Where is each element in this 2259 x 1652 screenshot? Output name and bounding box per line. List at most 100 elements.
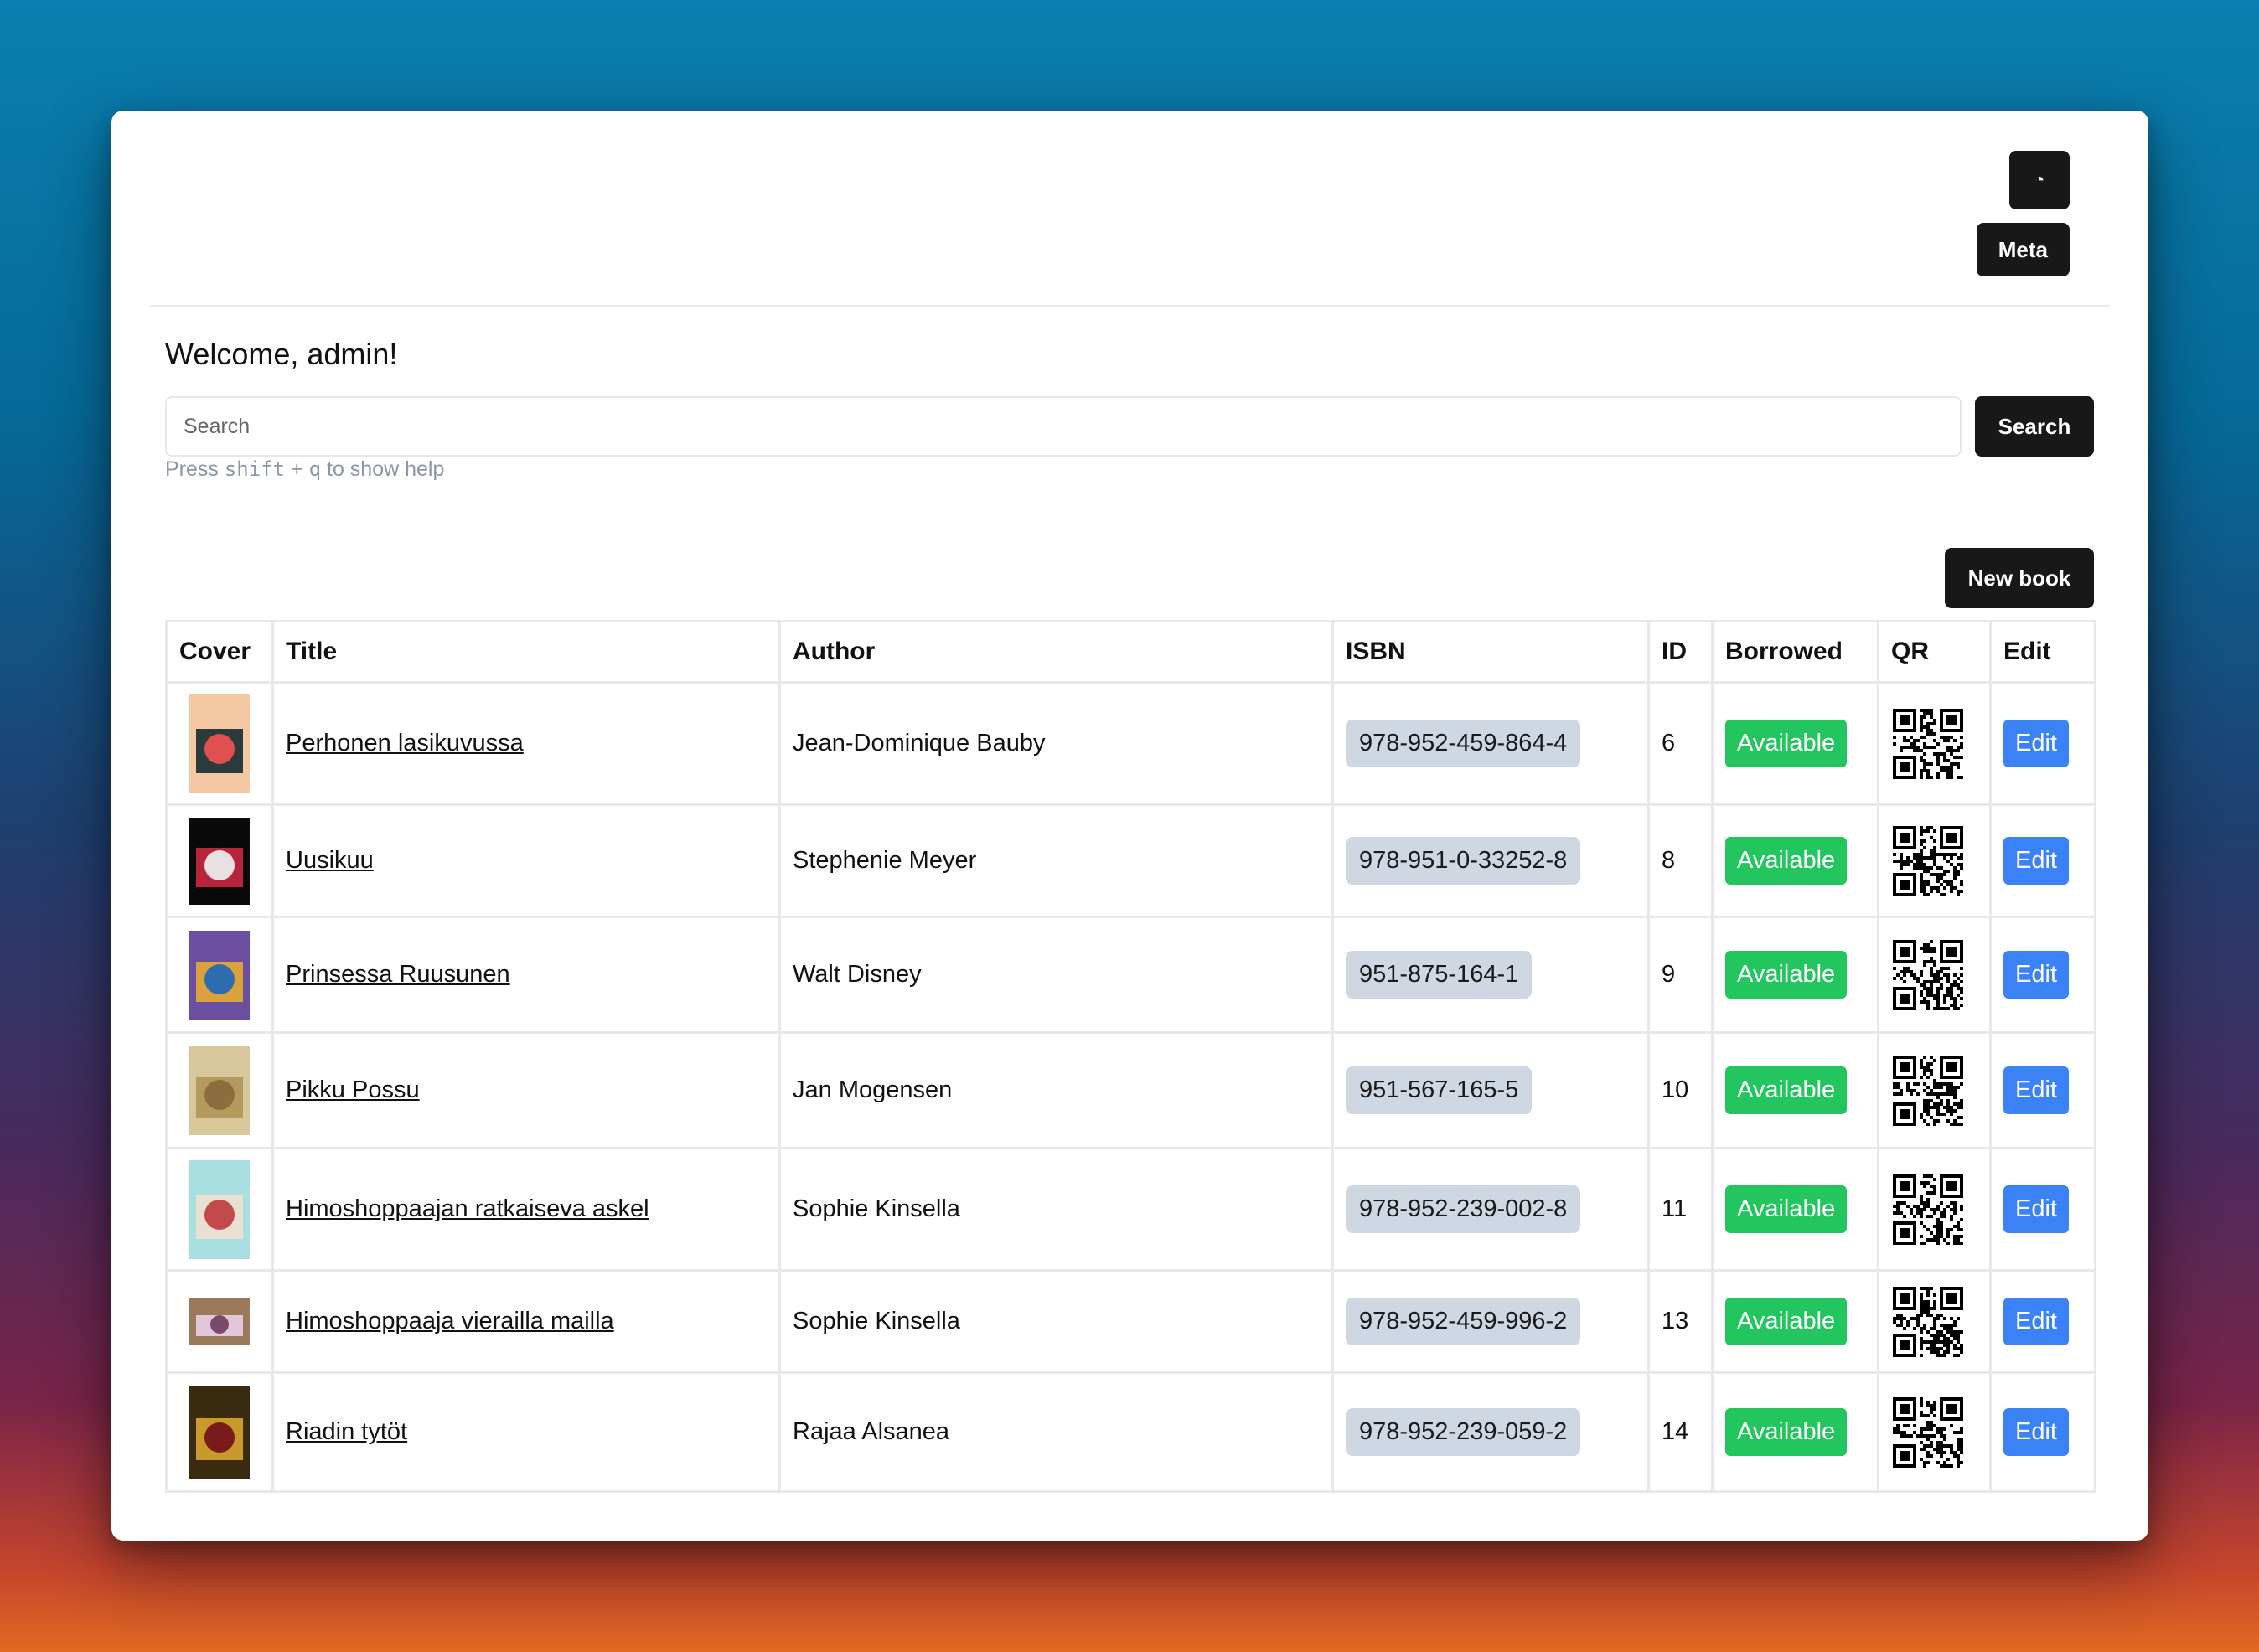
cover-image: [189, 1385, 250, 1479]
book-title-link[interactable]: Perhonen lasikuvussa: [286, 730, 524, 756]
new-book-button[interactable]: New book: [1945, 548, 2094, 608]
cover-image: [189, 817, 250, 905]
cover-cell: [165, 1269, 274, 1374]
cover-cell: [165, 1371, 274, 1493]
author-cell: Sophie Kinsella: [778, 1269, 1334, 1374]
isbn-cell: 978-951-0-33252-8: [1331, 803, 1650, 918]
isbn-badge: 978-951-0-33252-8: [1346, 837, 1581, 885]
qr-code-icon[interactable]: [1893, 708, 1963, 779]
qr-code-icon[interactable]: [1893, 1396, 1963, 1468]
table-row: Perhonen lasikuvussa Jean-Dominique Bauby…: [165, 681, 2096, 806]
edit-cell: Edit: [1989, 681, 2096, 806]
edit-cell: Edit: [1989, 1371, 2096, 1493]
edit-button[interactable]: Edit: [2003, 1408, 2069, 1456]
table-row: Pikku Possu Jan Mogensen 951-567-165-5 10 Av…: [165, 1031, 2096, 1149]
author-cell: Sophie Kinsella: [778, 1147, 1334, 1272]
book-title-link[interactable]: Prinsessa Ruusunen: [286, 961, 510, 988]
top-bar: ◔ Meta: [150, 111, 2110, 307]
cover-cell: [165, 1147, 274, 1272]
availability-button[interactable]: Available: [1725, 1298, 1848, 1345]
cover-image: [189, 1159, 250, 1259]
id-cell: 11: [1647, 1147, 1714, 1272]
title-cell: Riadin tytöt: [271, 1371, 781, 1493]
table-row: Himoshoppaaja vieraill​a mailla Sophie Ki…: [165, 1269, 2096, 1374]
edit-button[interactable]: Edit: [2003, 1185, 2069, 1233]
isbn-badge: 978-952-459-996-2: [1346, 1298, 1581, 1345]
title-cell: Uusikuu: [271, 803, 781, 918]
cover-cell: [165, 1031, 274, 1149]
isbn-badge: 951-567-165-5: [1346, 1066, 1533, 1114]
edit-button[interactable]: Edit: [2003, 1298, 2069, 1345]
edit-cell: Edit: [1989, 1269, 2096, 1374]
title-cell: Himoshoppaaja vieraill​a mailla: [271, 1269, 781, 1374]
borrowed-cell: Available: [1711, 1031, 1879, 1149]
edit-cell: Edit: [1989, 803, 2096, 918]
title-cell: Prinsessa Ruusunen: [271, 916, 781, 1034]
book-title-link[interactable]: Uusikuu: [286, 847, 374, 874]
cover-cell: [165, 681, 274, 806]
qr-cell: [1877, 1031, 1992, 1149]
edit-button[interactable]: Edit: [2003, 837, 2069, 885]
moon-icon: ◔: [2034, 170, 2045, 189]
theme-toggle-button[interactable]: ◔: [2009, 151, 2070, 209]
cover-image: [189, 1045, 250, 1135]
isbn-badge: 951-875-164-1: [1346, 951, 1533, 999]
author-cell: Stephenie Meyer: [778, 803, 1334, 918]
availability-button[interactable]: Available: [1725, 720, 1848, 767]
borrowed-cell: Available: [1711, 803, 1879, 918]
meta-button[interactable]: Meta: [1976, 223, 2070, 276]
table-row: Uusikuu Stephenie Meyer 978-951-0-33252-8 8…: [165, 803, 2096, 918]
table-row: Riadin tytöt Rajaa Alsanea 978-952-239-059…: [165, 1371, 2096, 1493]
header-title: Title: [271, 620, 781, 684]
qr-code-icon[interactable]: [1893, 825, 1963, 896]
qr-code-icon[interactable]: [1893, 1286, 1963, 1357]
availability-button[interactable]: Available: [1725, 1408, 1848, 1456]
qr-code-icon[interactable]: [1893, 1055, 1963, 1126]
qr-cell: [1877, 1147, 1992, 1272]
search-button[interactable]: Search: [1975, 396, 2094, 457]
search-input[interactable]: [165, 396, 1962, 457]
table-header-row: Cover Title Author ISBN ID Borrowed QR E…: [165, 620, 2096, 684]
book-title-link[interactable]: Pikku Possu: [286, 1076, 420, 1103]
title-cell: Himoshoppaajan ratkaiseva askel: [271, 1147, 781, 1272]
availability-button[interactable]: Available: [1725, 1066, 1848, 1114]
header-author: Author: [778, 620, 1334, 684]
cover-cell: [165, 916, 274, 1034]
cover-image: [189, 694, 250, 793]
id-cell: 9: [1647, 916, 1714, 1034]
header-id: ID: [1647, 620, 1714, 684]
qr-cell: [1877, 916, 1992, 1034]
author-cell: Jan Mogensen: [778, 1031, 1334, 1149]
book-title-link[interactable]: Riadin tytöt: [286, 1418, 407, 1445]
availability-button[interactable]: Available: [1725, 951, 1848, 999]
id-cell: 10: [1647, 1031, 1714, 1149]
availability-button[interactable]: Available: [1725, 837, 1848, 885]
help-hint: Press shift + q to show help: [165, 457, 445, 481]
header-isbn: ISBN: [1331, 620, 1650, 684]
edit-button[interactable]: Edit: [2003, 951, 2069, 999]
isbn-badge: 978-952-459-864-4: [1346, 720, 1581, 767]
borrowed-cell: Available: [1711, 1371, 1879, 1493]
header-cover: Cover: [165, 620, 274, 684]
book-title-link[interactable]: Himoshoppaajan ratkaiseva askel: [286, 1195, 649, 1222]
qr-code-icon[interactable]: [1893, 1174, 1963, 1245]
book-title-link[interactable]: Himoshoppaaja vieraill​a mailla: [286, 1308, 614, 1335]
cover-image: [189, 1298, 250, 1345]
qr-cell: [1877, 1269, 1992, 1374]
isbn-cell: 978-952-239-059-2: [1331, 1371, 1650, 1493]
author-cell: Jean-Dominique Bauby: [778, 681, 1334, 806]
qr-code-icon[interactable]: [1893, 939, 1963, 1010]
app-window: ◔ Meta Welcome, admin! Search Press shif…: [111, 111, 2148, 1541]
edit-button[interactable]: Edit: [2003, 720, 2069, 767]
borrowed-cell: Available: [1711, 1147, 1879, 1272]
isbn-cell: 978-952-239-002-8: [1331, 1147, 1650, 1272]
availability-button[interactable]: Available: [1725, 1185, 1848, 1233]
id-cell: 13: [1647, 1269, 1714, 1374]
edit-button[interactable]: Edit: [2003, 1066, 2069, 1114]
title-cell: Pikku Possu: [271, 1031, 781, 1149]
edit-cell: Edit: [1989, 1031, 2096, 1149]
id-cell: 6: [1647, 681, 1714, 806]
edit-cell: Edit: [1989, 1147, 2096, 1272]
header-edit: Edit: [1989, 620, 2096, 684]
isbn-cell: 978-952-459-996-2: [1331, 1269, 1650, 1374]
